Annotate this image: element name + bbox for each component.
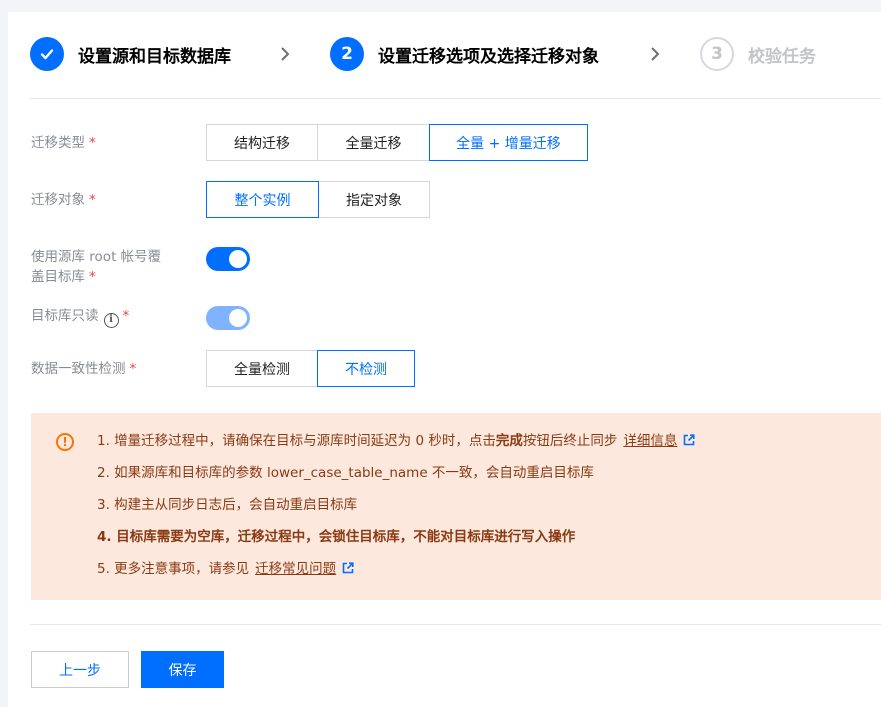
- step-3-number: 3: [700, 37, 734, 71]
- step-2: 2 设置迁移选项及选择迁移对象: [330, 37, 599, 71]
- previous-step-button[interactable]: 上一步: [31, 651, 129, 688]
- step-3-label: 校验任务: [748, 46, 816, 67]
- notice-item-4-bold: 4. 目标库需要为空库，迁移过程中，会锁住目标库，不能对目标库进行写入操作: [97, 529, 576, 545]
- migration-type-label-text: 迁移类型: [31, 135, 85, 151]
- notice-item-5-text: 5. 更多注意事项，请参见: [97, 561, 250, 577]
- migration-object-selector: 整个实例 指定对象: [206, 181, 430, 218]
- notice-item-1-bold: 完成: [495, 433, 523, 449]
- notice-item-1-text: 1. 增量迁移过程中，请确保在目标与源库时间延迟为 0 秒时，点击: [97, 433, 496, 449]
- root-override-label-line1: 使用源库 root 帐号覆: [31, 249, 162, 265]
- info-icon[interactable]: i: [103, 312, 119, 328]
- target-readonly-label-text: 目标库只读: [31, 308, 99, 324]
- step-1-label: 设置源和目标数据库: [78, 46, 231, 67]
- migration-object-label: 迁移对象 *: [31, 190, 96, 210]
- required-marker: *: [89, 269, 96, 285]
- migration-config-card: 设置源和目标数据库 2 设置迁移选项及选择迁移对象 3 校验任务 迁移类型 * 结…: [8, 12, 881, 707]
- notice-item-3: 3. 构建主从同步日志后，会自动重启目标库: [97, 497, 358, 513]
- consistency-check-label: 数据一致性检测 *: [31, 359, 136, 379]
- faq-link[interactable]: 迁移常见问题: [255, 561, 336, 577]
- notice-item-5: 5. 更多注意事项，请参见 迁移常见问题: [97, 559, 354, 579]
- consistency-check-selector: 全量检测 不检测: [206, 350, 415, 387]
- step-indicator: 设置源和目标数据库 2 设置迁移选项及选择迁移对象 3 校验任务: [8, 12, 881, 98]
- required-marker: *: [89, 192, 96, 208]
- option-specified-objects[interactable]: 指定对象: [318, 181, 430, 218]
- details-link[interactable]: 详细信息: [623, 433, 677, 449]
- root-override-label: 使用源库 root 帐号覆 盖目标库 *: [31, 247, 161, 287]
- footer-divider: [30, 624, 881, 625]
- root-override-label-line2: 盖目标库: [31, 269, 85, 285]
- notice-item-4: 4. 目标库需要为空库，迁移过程中，会锁住目标库，不能对目标库进行写入操作: [97, 527, 575, 547]
- warning-icon: !: [56, 433, 74, 451]
- toggle-knob: [229, 250, 247, 268]
- consistency-check-label-text: 数据一致性检测: [31, 361, 126, 377]
- external-link-icon[interactable]: [342, 562, 354, 574]
- notice-item-1-suffix: 按钮后终止同步: [522, 433, 618, 449]
- migration-type-label: 迁移类型 *: [31, 133, 96, 153]
- toggle-knob: [229, 309, 247, 327]
- option-whole-instance[interactable]: 整个实例: [206, 181, 319, 218]
- step-1-check-icon: [30, 37, 64, 71]
- option-structure-migration[interactable]: 结构迁移: [206, 124, 318, 161]
- target-readonly-label: 目标库只读 i *: [31, 306, 129, 328]
- required-marker: *: [89, 135, 96, 151]
- target-readonly-toggle: [206, 306, 250, 330]
- option-no-check[interactable]: 不检测: [317, 350, 415, 387]
- option-full-check[interactable]: 全量检测: [206, 350, 318, 387]
- chevron-right-icon: [651, 47, 660, 61]
- external-link-icon[interactable]: [683, 434, 695, 446]
- required-marker: *: [129, 361, 137, 377]
- step-3: 3 校验任务: [700, 37, 816, 71]
- chevron-right-icon: [281, 47, 290, 61]
- root-override-toggle[interactable]: [206, 247, 250, 271]
- notice-item-2: 2. 如果源库和目标库的参数 lower_case_table_name 不一致…: [97, 465, 594, 481]
- save-button[interactable]: 保存: [141, 651, 224, 688]
- divider: [30, 98, 881, 99]
- step-2-label: 设置迁移选项及选择迁移对象: [378, 46, 599, 67]
- notice-item-1: 1. 增量迁移过程中，请确保在目标与源库时间延迟为 0 秒时，点击完成按钮后终止…: [97, 431, 695, 451]
- migration-object-label-text: 迁移对象: [31, 192, 85, 208]
- step-2-number: 2: [330, 37, 364, 71]
- required-marker: *: [122, 308, 130, 324]
- option-full-migration[interactable]: 全量迁移: [317, 124, 430, 161]
- notice-panel: ! 1. 增量迁移过程中，请确保在目标与源库时间延迟为 0 秒时，点击完成按钮后…: [31, 413, 881, 600]
- migration-type-selector: 结构迁移 全量迁移 全量 + 增量迁移: [206, 124, 588, 161]
- option-full-incremental-migration[interactable]: 全量 + 增量迁移: [429, 124, 588, 161]
- step-1: 设置源和目标数据库: [30, 37, 231, 71]
